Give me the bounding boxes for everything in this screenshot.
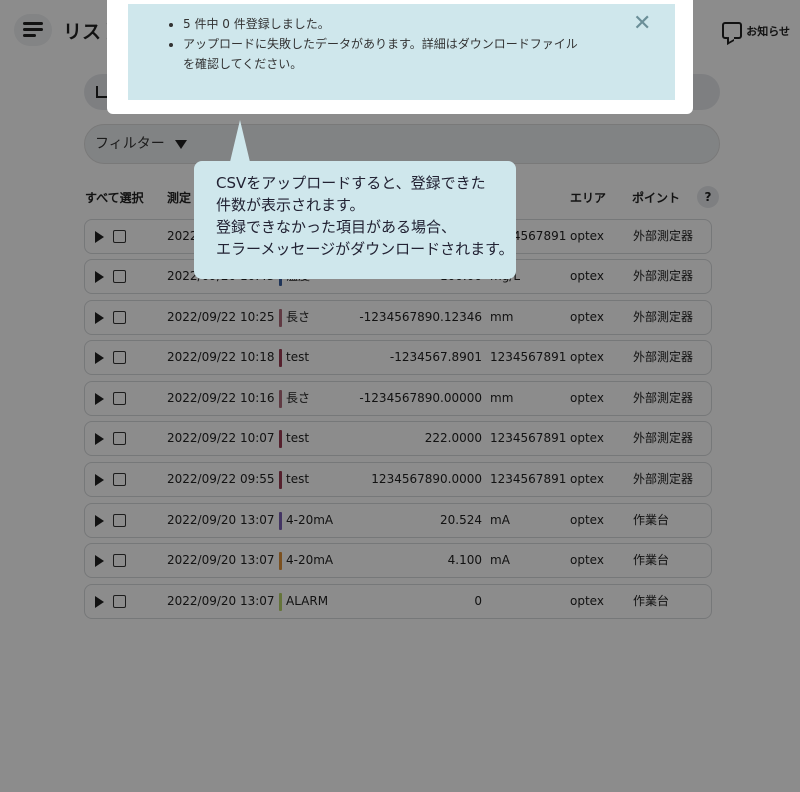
modal-overlay — [0, 0, 800, 792]
tooltip-line: 登録できなかった項目がある場合、 — [216, 218, 457, 236]
toast-message: 5 件中 0 件登録しました。 — [183, 14, 675, 34]
tooltip-line: CSVをアップロードすると、登録できた — [216, 174, 486, 192]
toast-message-line: アップロードに失敗したデータがあります。詳細はダウンロードファイル — [183, 37, 578, 51]
toast-message: アップロードに失敗したデータがあります。詳細はダウンロードファイルを確認してくだ… — [183, 34, 675, 74]
toast-message-line: を確認してください。 — [183, 57, 303, 71]
tooltip-tail — [230, 120, 250, 162]
tooltip-line: エラーメッセージがダウンロードされます。 — [216, 240, 514, 258]
tooltip-line: 件数が表示されます。 — [216, 196, 365, 214]
csv-upload-tooltip: CSVをアップロードすると、登録できた 件数が表示されます。 登録できなかった項… — [194, 161, 516, 279]
close-icon[interactable]: ✕ — [633, 13, 651, 35]
upload-result-toast: 5 件中 0 件登録しました。 アップロードに失敗したデータがあります。詳細はダ… — [128, 4, 675, 100]
